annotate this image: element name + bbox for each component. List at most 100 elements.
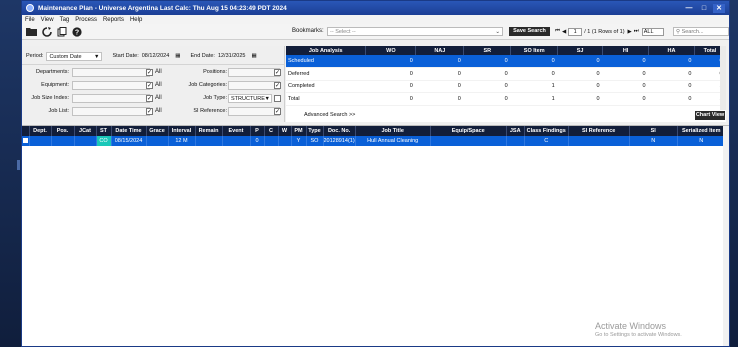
col-job-analysis[interactable]: Job Analysis xyxy=(286,46,367,55)
positions-field[interactable] xyxy=(228,68,280,77)
period-select[interactable]: Custom Date ▼ xyxy=(46,51,103,61)
table-cell: Y xyxy=(291,136,307,146)
row-select-checkbox[interactable] xyxy=(22,136,30,146)
prev-page-icon[interactable]: ◀ xyxy=(562,29,566,35)
quick-search-input[interactable]: ⚲ Search... xyxy=(673,27,729,36)
job-size-index-all-label: All xyxy=(155,95,162,101)
next-page-icon[interactable]: ▶ xyxy=(628,29,632,35)
job-type-select[interactable]: STRUCTURE ▼ xyxy=(228,94,272,103)
analysis-row-completed[interactable]: Completed 0 0 0 1 0 0 0 1 xyxy=(286,80,726,93)
table-cell: 08/15/2024 xyxy=(111,136,147,146)
last-page-icon[interactable]: ⏭ xyxy=(634,28,639,35)
col-sr[interactable]: SR xyxy=(463,46,512,55)
col-interval[interactable]: Interval xyxy=(168,126,196,136)
job-list-field[interactable] xyxy=(72,107,150,116)
menu-view[interactable]: View xyxy=(41,17,54,23)
col-naj[interactable]: NAJ xyxy=(415,46,465,55)
minimize-button[interactable]: — xyxy=(683,4,695,13)
calendar-icon[interactable]: ▦ xyxy=(175,53,180,59)
first-page-icon[interactable]: ⏮ xyxy=(555,28,560,35)
departments-all-label: All xyxy=(155,69,162,75)
analysis-cell: 0 xyxy=(648,55,695,68)
col-sj[interactable]: SJ xyxy=(557,46,604,55)
col-si[interactable]: SI xyxy=(629,126,678,136)
copy-icon[interactable] xyxy=(56,26,67,37)
page-input[interactable]: 1 xyxy=(568,27,583,36)
col-job-title[interactable]: Job Title xyxy=(355,126,431,136)
col-class-findings[interactable]: Class Findings xyxy=(524,126,569,136)
table-row[interactable]: CO 08/15/2024 12 M 0 Y SO 20128914(1) Hu… xyxy=(22,136,726,146)
col-date-time[interactable]: Date Time xyxy=(111,126,147,136)
job-type-all-checkbox[interactable] xyxy=(274,95,281,102)
job-size-index-all-checkbox[interactable] xyxy=(146,95,153,102)
grid-scrollbar[interactable] xyxy=(723,126,729,346)
job-size-index-field[interactable] xyxy=(72,94,150,103)
advanced-search-link[interactable]: Advanced Search >> xyxy=(304,112,355,118)
departments-all-checkbox[interactable] xyxy=(146,69,153,76)
open-folder-icon[interactable] xyxy=(26,26,37,37)
equipment-field[interactable] xyxy=(72,81,150,90)
menu-reports[interactable]: Reports xyxy=(103,17,124,23)
positions-all-checkbox[interactable] xyxy=(274,69,281,76)
end-date-value[interactable]: 12/31/2025 xyxy=(218,53,246,59)
departments-field[interactable] xyxy=(72,68,150,77)
col-event[interactable]: Event xyxy=(222,126,251,136)
menu-process[interactable]: Process xyxy=(75,17,97,23)
col-p[interactable]: P xyxy=(250,126,265,136)
close-button[interactable]: ✕ xyxy=(713,3,725,13)
maximize-button[interactable]: □ xyxy=(698,4,710,13)
col-st[interactable]: ST xyxy=(96,126,112,136)
analysis-row-deferred[interactable]: Deferred 0 0 0 0 0 0 0 0 xyxy=(286,67,726,81)
job-list-all-label: All xyxy=(155,108,162,114)
job-list-all-checkbox[interactable] xyxy=(146,108,153,115)
period-row: Period: Custom Date ▼ Start Date: 08/12/2… xyxy=(26,51,257,61)
chevron-down-icon: ▼ xyxy=(264,96,270,102)
col-c[interactable]: C xyxy=(264,126,279,136)
analysis-cell: 0 xyxy=(365,67,416,81)
col-dept[interactable]: Dept. xyxy=(29,126,52,136)
col-pos[interactable]: Pos. xyxy=(51,126,75,136)
analysis-scrollbar[interactable] xyxy=(720,46,726,110)
col-remain[interactable]: Remain xyxy=(195,126,223,136)
desktop-right-edge xyxy=(730,0,738,347)
menu-help[interactable]: Help xyxy=(130,17,142,23)
col-w[interactable]: W xyxy=(278,126,292,136)
help-icon[interactable]: ? xyxy=(71,26,82,37)
start-date-value[interactable]: 08/12/2024 xyxy=(142,53,170,59)
bookmarks-select[interactable]: -- Select -- ⌄ xyxy=(327,27,503,36)
save-search-button[interactable]: Save Search xyxy=(509,27,550,36)
table-cell xyxy=(278,136,292,146)
col-pm[interactable]: PM xyxy=(291,126,307,136)
analysis-row-scheduled[interactable]: Scheduled 0 0 0 0 0 0 0 0 xyxy=(286,55,726,68)
col-grace[interactable]: Grace xyxy=(146,126,169,136)
col-hi[interactable]: HI xyxy=(602,46,650,55)
job-categories-all-checkbox[interactable] xyxy=(274,82,281,89)
calendar-icon[interactable]: ▦ xyxy=(251,53,256,59)
col-so-item[interactable]: SO Item xyxy=(510,46,559,55)
menu-bar: File View Tag Process Reports Help xyxy=(22,15,729,24)
refresh-icon[interactable] xyxy=(41,26,52,37)
job-categories-field[interactable] xyxy=(228,81,280,90)
col-wo[interactable]: WO xyxy=(365,46,417,55)
si-reference-all-checkbox[interactable] xyxy=(274,108,281,115)
col-serialized-item[interactable]: Serialized Item xyxy=(677,126,726,136)
si-reference-field[interactable] xyxy=(228,107,280,116)
analysis-cell: 0 xyxy=(415,55,464,68)
equipment-all-checkbox[interactable] xyxy=(146,82,153,89)
col-doc-no[interactable]: Doc. No. xyxy=(323,126,356,136)
col-type[interactable]: Type xyxy=(306,126,324,136)
departments-label: Departments: xyxy=(35,69,69,75)
page-size-select[interactable]: ALL xyxy=(641,27,664,36)
analysis-row-total[interactable]: Total 0 0 0 1 0 0 0 1 xyxy=(286,92,726,106)
menu-file[interactable]: File xyxy=(25,17,35,23)
col-jsa[interactable]: JSA xyxy=(506,126,525,136)
analysis-cell: 0 xyxy=(557,92,603,106)
col-si-reference[interactable]: SI Reference xyxy=(568,126,630,136)
col-select[interactable] xyxy=(22,126,30,136)
table-cell: N xyxy=(629,136,678,146)
menu-tag[interactable]: Tag xyxy=(60,17,70,23)
col-ha[interactable]: HA xyxy=(648,46,695,55)
chart-view-button[interactable]: Chart View xyxy=(695,111,725,120)
col-jcat[interactable]: JCat xyxy=(74,126,97,136)
col-equip-space[interactable]: Equip/Space xyxy=(430,126,507,136)
